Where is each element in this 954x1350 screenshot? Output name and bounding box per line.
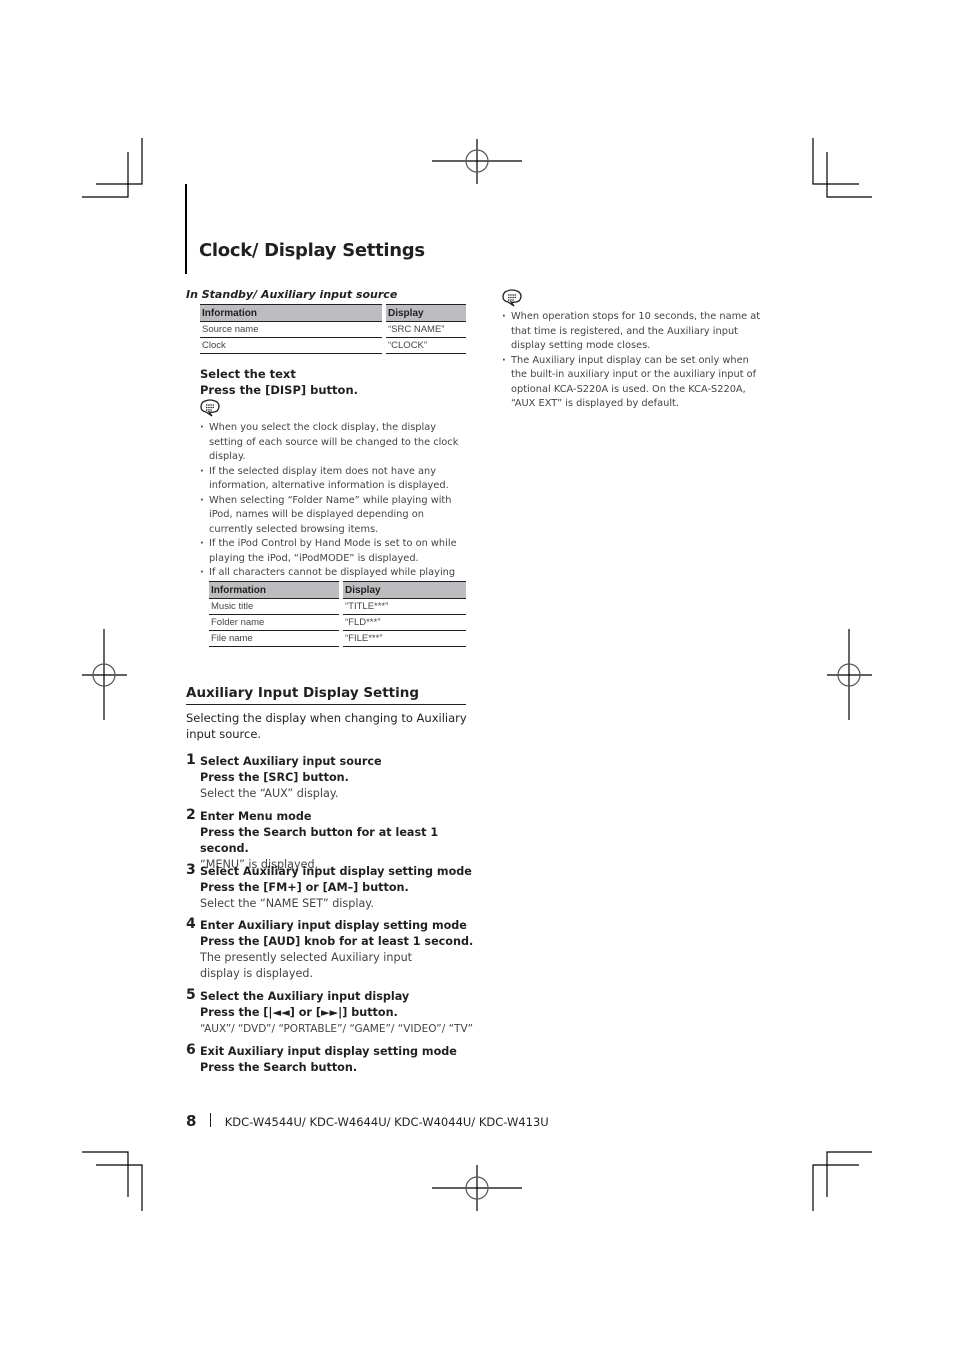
registration-mark-icon [82,629,127,720]
step-title: Select Auxiliary input source [200,755,382,768]
table-header: Display [343,581,466,599]
print-marks [82,138,872,1211]
note-speech-bubble-icon [502,289,522,307]
standby-info-table: Information Display Source name “SRC NAM… [200,304,466,354]
model-list: KDC-W4544U/ KDC-W4644U/ KDC-W4044U/ KDC-… [224,1115,549,1129]
step-instruction: Press the [FM+] or [AM–] button. [200,881,409,894]
note-item: When selecting “Folder Name” while playi… [200,494,466,538]
table-row: File name “FILE***” [209,630,466,647]
footer-separator [210,1113,212,1127]
table-header: Display [386,304,466,322]
table-cell: “SRC NAME” [386,321,466,338]
page-title: Clock/ Display Settings [199,240,425,261]
step-instruction: Press the [SRC] button. [200,771,349,784]
select-text-action: Select the text Press the [DISP] button. [200,366,358,398]
page-number: 8 [186,1112,197,1130]
crop-mark-icon [82,1151,143,1211]
aux-notes-list: When operation stops for 10 seconds, the… [502,310,766,412]
step-4: 4 Enter Auxiliary input display setting … [186,916,476,982]
step-6: 6 Exit Auxiliary input display setting m… [186,1042,476,1076]
step-number: 3 [186,862,196,878]
table-cell: Source name [200,321,382,338]
step-number: 2 [186,807,196,823]
aux-section-title: Auxiliary Input Display Setting [186,685,466,705]
crop-mark-icon [812,138,872,198]
action-instruction: Press the [DISP] button. [200,383,359,397]
note-item: If the selected display item does not ha… [200,465,466,494]
step-result: “AUX”/ “DVD”/ “PORTABLE”/ “GAME”/ “VIDEO… [200,1023,474,1035]
step-title: Select the Auxiliary input display [200,990,410,1003]
step-3: 3 Select Auxiliary input display setting… [186,862,476,912]
note-item: If the iPod Control by Hand Mode is set … [200,537,466,566]
action-title: Select the text [200,367,296,381]
table-row: Folder name “FLD***” [209,614,466,631]
table-cell: “TITLE***” [343,598,466,615]
table-header: Information [200,304,382,322]
step-5: 5 Select the Auxiliary input display Pre… [186,987,476,1037]
step-instruction: Press the [AUD] knob for at least 1 seco… [200,935,474,948]
step-number: 4 [186,916,196,932]
note-item: The Auxiliary input display can be set o… [502,354,766,412]
standby-subhead: In Standby/ Auxiliary input source [186,288,398,301]
registration-mark-icon [432,139,522,184]
step-instruction: Press the Search button. [200,1061,358,1074]
step-1: 1 Select Auxiliary input source Press th… [186,752,476,802]
registration-mark-icon [432,1165,522,1211]
step-number: 5 [186,987,196,1003]
step-number: 6 [186,1042,196,1058]
crop-mark-icon [82,138,143,198]
step-title: Enter Menu mode [200,810,312,823]
table-cell: Clock [200,337,382,354]
crop-mark-icon [812,1151,872,1211]
table-header: Information [209,581,339,599]
step-title: Select Auxiliary input display setting m… [200,865,472,878]
table-header-row: Information Display [200,304,466,322]
table-row: Music title “TITLE***” [209,598,466,615]
table-cell: “FLD***” [343,614,466,631]
step-instruction: Press the [|◄◄] or [►►|] button. [200,1006,398,1019]
note-item: When operation stops for 10 seconds, the… [502,310,766,354]
step-result: The presently selected Auxiliary input d… [200,951,413,980]
table-cell: Folder name [209,614,339,631]
header-rule [185,184,187,274]
table-cell: “CLOCK” [386,337,466,354]
standby-notes-list: When you select the clock display, the d… [200,421,466,595]
aux-section-intro: Selecting the display when changing to A… [186,711,467,741]
table-cell: Music title [209,598,339,615]
step-number: 1 [186,752,196,768]
table-header-row: Information Display [209,581,466,599]
table-cell: “FILE***” [343,630,466,647]
step-result: Select the “AUX” display. [200,787,339,800]
note-item: When you select the clock display, the d… [200,421,466,465]
step-instruction: Press the Search button for at least 1 s… [200,826,439,855]
registration-mark-icon [827,629,872,720]
step-title: Enter Auxiliary input display setting mo… [200,919,467,932]
table-row: Clock “CLOCK” [200,337,466,354]
table-row: Source name “SRC NAME” [200,321,466,338]
table-cell: File name [209,630,339,647]
note-speech-bubble-icon [200,399,220,417]
step-result: Select the “NAME SET” display. [200,897,374,910]
ipod-info-table: Information Display Music title “TITLE**… [209,581,466,647]
step-title: Exit Auxiliary input display setting mod… [200,1045,457,1058]
page-footer: 8 KDC-W4544U/ KDC-W4644U/ KDC-W4044U/ KD… [186,1112,549,1130]
